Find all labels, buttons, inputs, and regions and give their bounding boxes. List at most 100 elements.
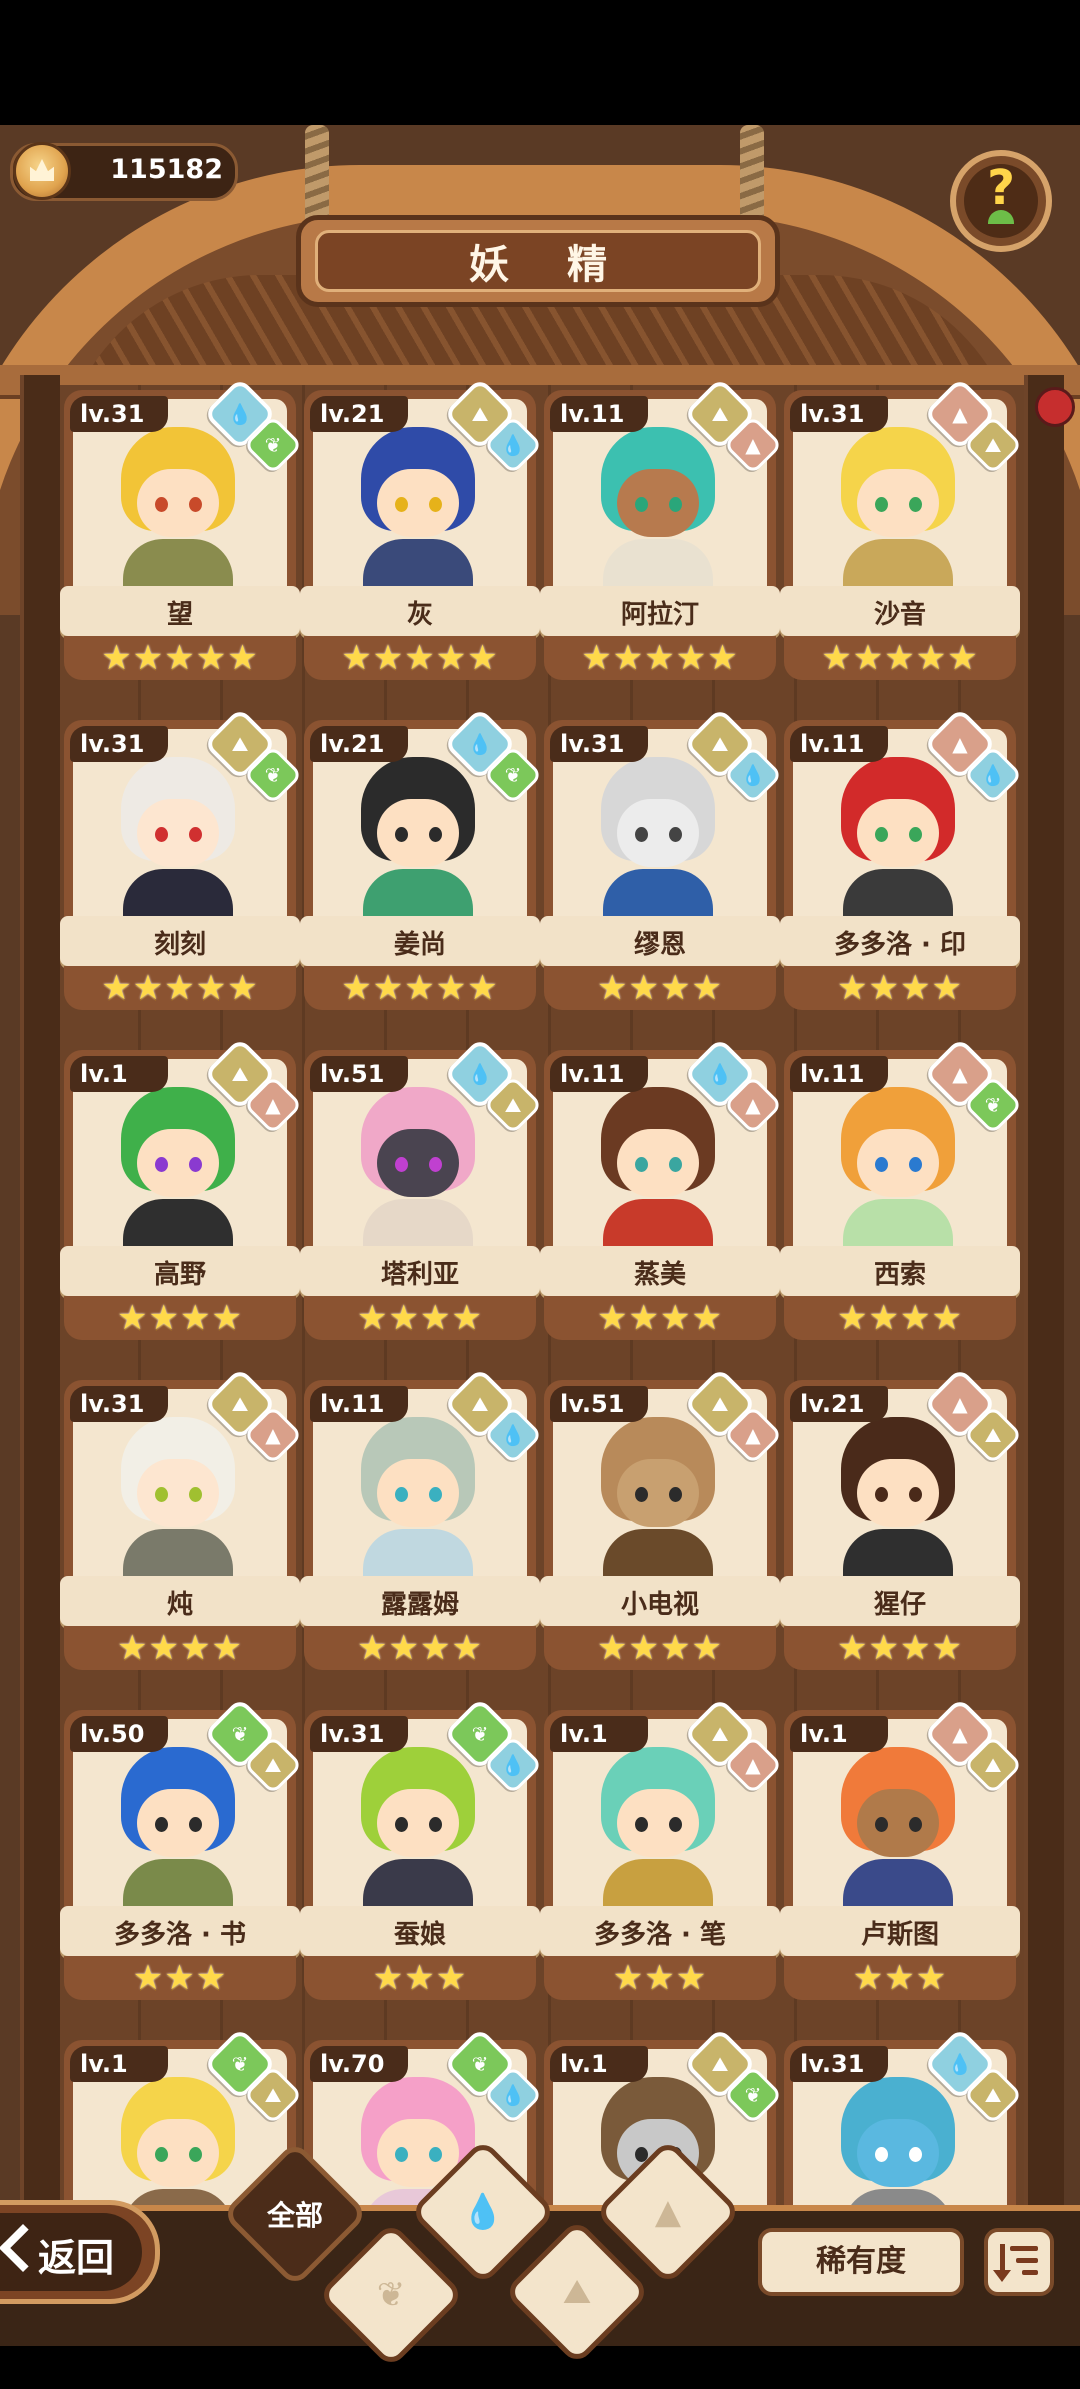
character-eye-right [669, 1817, 682, 1832]
fairy-card[interactable]: lv.51 ⛰ ▲ 小电视 ★★★★ [540, 1367, 783, 1670]
rarity-sort-button[interactable]: 稀有度 [758, 2228, 964, 2296]
fairy-name: 小电视 [620, 1590, 699, 1620]
sprout-icon: ❦ [376, 2275, 406, 2315]
character-eye-right [909, 1157, 922, 1172]
level-badge: lv.1 [70, 1056, 168, 1092]
character-eye-left [395, 827, 408, 842]
help-button[interactable]: ? [950, 150, 1052, 252]
character-eye-right [909, 1817, 922, 1832]
stars-bar: ★★★ [544, 1956, 776, 2000]
character-eye-left [155, 1157, 168, 1172]
sort-order-button[interactable] [984, 2228, 1054, 2296]
fairy-name: 多多洛 · 书 [114, 1920, 246, 1950]
stars-bar: ★★★★ [784, 966, 1016, 1010]
level-badge: lv.11 [550, 1056, 648, 1092]
question-mark-icon: ? [987, 160, 1015, 216]
name-banner: 灰 [300, 586, 540, 636]
stars-bar: ★★★★★ [544, 636, 776, 680]
character-eye-right [429, 1157, 442, 1172]
fairy-card[interactable]: lv.11 ▲ ❦ 西索 ★★★★ [780, 1037, 1023, 1340]
fairy-card[interactable]: lv.31 ▲ ⛰ 沙音 ★★★★★ [780, 377, 1023, 680]
character-eye-left [635, 1487, 648, 1502]
character-face [377, 469, 459, 537]
level-badge: lv.51 [550, 1386, 648, 1422]
fairy-card[interactable]: lv.11 💧 ▲ 蒸美 ★★★★ [540, 1037, 783, 1340]
character-face [137, 799, 219, 867]
page-title: 妖 精 [315, 230, 761, 292]
character-eye-left [395, 1487, 408, 1502]
character-face [857, 799, 939, 867]
fairy-character [583, 427, 733, 603]
fairy-card[interactable]: lv.31 ❦ 💧 蚕娘 ★★★ [300, 1697, 543, 2000]
fairy-card[interactable]: lv.1 ▲ ⛰ 卢斯图 ★★★ [780, 1697, 1023, 2000]
character-eye-left [875, 1487, 888, 1502]
fairy-card[interactable]: lv.1 ⛰ ▲ 高野 ★★★★ [60, 1037, 303, 1340]
character-eye-right [669, 1157, 682, 1172]
fairy-card[interactable]: lv.21 ⛰ 💧 灰 ★★★★★ [300, 377, 543, 680]
fairy-character [103, 1747, 253, 1923]
character-eye-right [189, 2147, 202, 2162]
fairy-card[interactable]: lv.31 💧 ❦ 望 ★★★★★ [60, 377, 303, 680]
fairy-card[interactable]: lv.50 ❦ ⛰ 多多洛 · 书 ★★★ [60, 1697, 303, 2000]
peak-icon: ▲ [654, 2192, 682, 2232]
fairy-character [343, 1417, 493, 1593]
left-post [20, 375, 60, 2340]
fairy-name: 蒸美 [633, 1260, 686, 1290]
back-button[interactable]: 返回 [0, 2200, 160, 2304]
name-banner: 阿拉汀 [540, 586, 780, 636]
stars-bar: ★★★★ [784, 1626, 1016, 1670]
character-eye-right [669, 1487, 682, 1502]
level-badge: lv.1 [550, 2046, 648, 2082]
fairy-card[interactable]: lv.31 ⛰ ▲ 炖 ★★★★ [60, 1367, 303, 1670]
fairy-character [343, 427, 493, 603]
name-banner: 卢斯图 [780, 1906, 1020, 1956]
character-eye-right [429, 1487, 442, 1502]
fairy-character [823, 1417, 973, 1593]
fairy-card[interactable]: lv.1 ⛰ ▲ 多多洛 · 笔 ★★★ [540, 1697, 783, 2000]
fairy-character [823, 427, 973, 603]
fairy-name: 姜尚 [393, 930, 446, 960]
stars-bar: ★★★★ [544, 1296, 776, 1340]
fairy-character [343, 757, 493, 933]
character-eye-left [875, 497, 888, 512]
character-face [377, 1459, 459, 1527]
character-eye-left [875, 1817, 888, 1832]
character-eye-right [909, 1487, 922, 1502]
character-eye-left [875, 2147, 888, 2162]
stars-bar: ★★★★★ [64, 966, 296, 1010]
fairy-character [103, 427, 253, 603]
name-banner: 多多洛 · 书 [60, 1906, 300, 1956]
fairy-card[interactable]: lv.11 ⛰ ▲ 阿拉汀 ★★★★★ [540, 377, 783, 680]
character-eye-right [189, 1157, 202, 1172]
character-face [617, 799, 699, 867]
character-face [137, 2119, 219, 2187]
character-face [137, 469, 219, 537]
stars-bar: ★★★★★ [64, 636, 296, 680]
fairy-name: 蚕娘 [393, 1920, 446, 1950]
fairy-card[interactable]: lv.21 ▲ ⛰ 猩仔 ★★★★ [780, 1367, 1023, 1670]
fairy-card[interactable]: lv.51 💧 ⛰ 塔利亚 ★★★★ [300, 1037, 543, 1340]
name-banner: 小电视 [540, 1576, 780, 1626]
fairy-character [823, 1747, 973, 1923]
fairy-card[interactable]: lv.31 ⛰ 💧 缪恩 ★★★★ [540, 707, 783, 1010]
name-banner: 沙音 [780, 586, 1020, 636]
star-rating: ★★★ [612, 1958, 708, 1998]
fairy-card[interactable]: lv.11 ⛰ 💧 露露姆 ★★★★ [300, 1367, 543, 1670]
character-eye-left [635, 827, 648, 842]
stars-bar: ★★★ [784, 1956, 1016, 2000]
fairy-card[interactable]: lv.21 💧 ❦ 姜尚 ★★★★★ [300, 707, 543, 1010]
character-eye-right [909, 497, 922, 512]
star-rating: ★★★★ [597, 1298, 723, 1338]
character-face [137, 1129, 219, 1197]
level-badge: lv.31 [790, 396, 888, 432]
fairy-character [583, 1417, 733, 1593]
fairy-card[interactable]: lv.11 ▲ 💧 多多洛 · 印 ★★★★ [780, 707, 1023, 1010]
stars-bar: ★★★ [64, 1956, 296, 2000]
level-badge: lv.31 [70, 396, 168, 432]
name-banner: 猩仔 [780, 1576, 1020, 1626]
star-rating: ★★★ [372, 1958, 468, 1998]
fairy-name: 刻刻 [153, 930, 206, 960]
fairy-name: 缪恩 [633, 930, 686, 960]
character-eye-left [155, 827, 168, 842]
fairy-card[interactable]: lv.31 ⛰ ❦ 刻刻 ★★★★★ [60, 707, 303, 1010]
